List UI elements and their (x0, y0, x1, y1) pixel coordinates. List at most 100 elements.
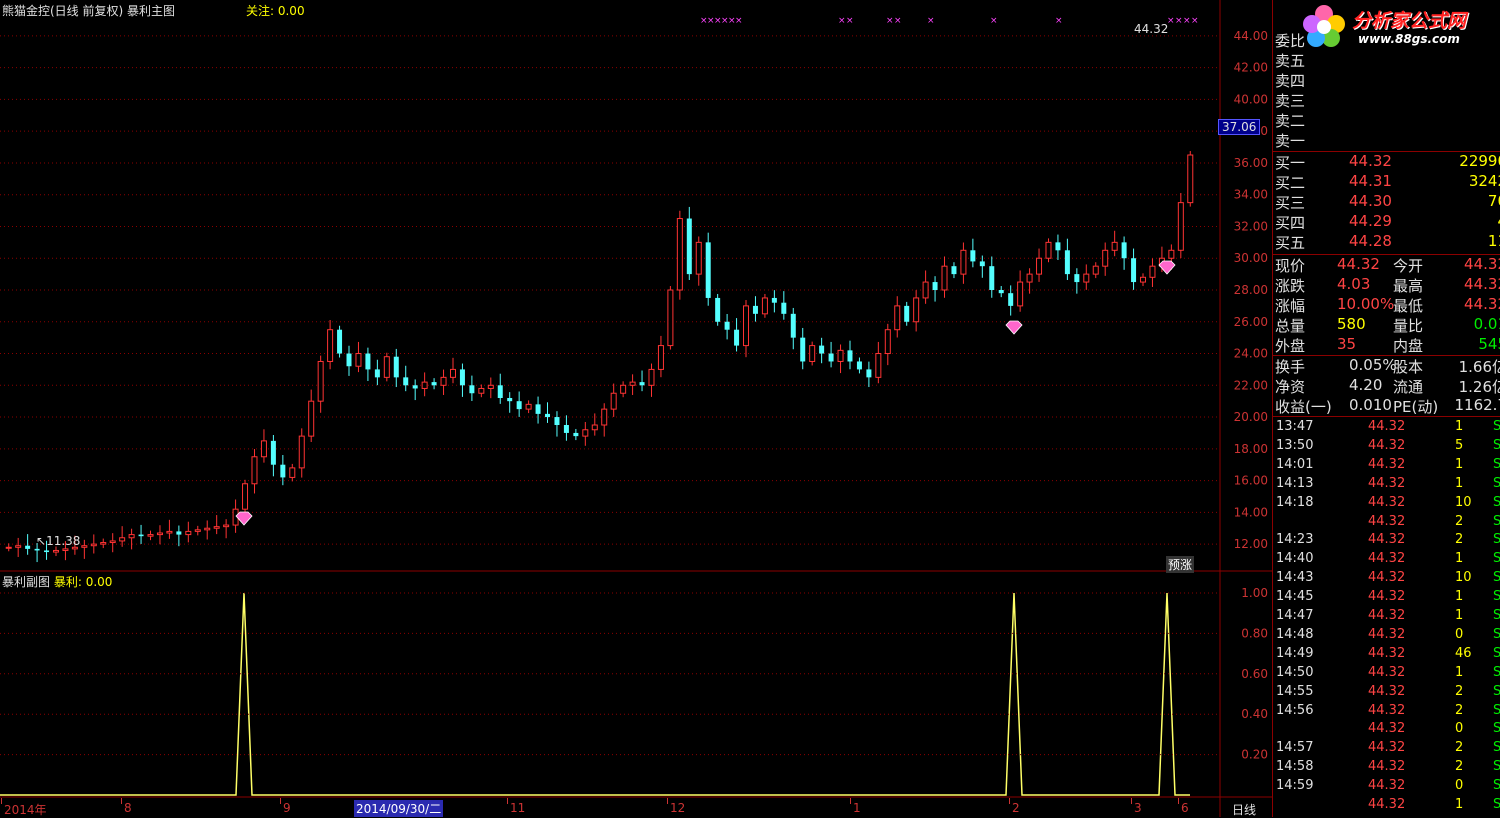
candle[interactable] (318, 356, 323, 413)
candle[interactable] (942, 256, 947, 297)
candle[interactable] (1027, 268, 1032, 293)
candle[interactable] (526, 400, 531, 413)
candle[interactable] (176, 526, 181, 547)
candle[interactable] (167, 520, 172, 539)
candle[interactable] (744, 300, 749, 357)
candle[interactable] (205, 520, 210, 539)
candle[interactable] (658, 336, 663, 377)
candle[interactable] (224, 519, 229, 538)
candle[interactable] (1178, 193, 1183, 258)
candle[interactable] (640, 371, 645, 392)
candle[interactable] (630, 374, 635, 395)
candle[interactable] (564, 415, 569, 440)
candle[interactable] (933, 276, 938, 301)
kline-chart[interactable]: ××××××××××××××××× 44.0042.0040.0038.0036… (0, 0, 1272, 817)
candle[interactable] (1141, 273, 1146, 286)
candle[interactable] (810, 342, 815, 366)
candle[interactable] (441, 370, 446, 395)
candle[interactable] (498, 374, 503, 404)
candle[interactable] (989, 256, 994, 297)
period-tab[interactable]: 日线 (1232, 801, 1256, 818)
candle[interactable] (356, 342, 361, 372)
candle[interactable] (479, 385, 484, 398)
candle[interactable] (847, 341, 852, 370)
candle[interactable] (951, 262, 956, 278)
candle[interactable] (857, 358, 862, 374)
candle[interactable] (1188, 151, 1193, 207)
candle[interactable] (536, 397, 541, 424)
candle[interactable] (413, 379, 418, 400)
candle[interactable] (186, 522, 191, 543)
candle[interactable] (328, 320, 333, 369)
candle[interactable] (129, 529, 134, 550)
candle[interactable] (91, 534, 96, 553)
candle[interactable] (1037, 249, 1042, 282)
candle[interactable] (375, 360, 380, 385)
candle[interactable] (819, 338, 824, 363)
candle[interactable] (1150, 258, 1155, 287)
candle[interactable] (394, 349, 399, 387)
candle[interactable] (517, 391, 522, 416)
candle[interactable] (148, 531, 153, 541)
candle[interactable] (866, 362, 871, 387)
candle[interactable] (139, 525, 144, 544)
candle[interactable] (271, 435, 276, 476)
candle[interactable] (1046, 238, 1051, 262)
candle[interactable] (687, 207, 692, 280)
candle[interactable] (403, 366, 408, 391)
candle[interactable] (791, 308, 796, 349)
candle[interactable] (1103, 243, 1108, 276)
candle[interactable] (706, 233, 711, 306)
candle[interactable] (621, 381, 626, 397)
candle[interactable] (488, 378, 493, 399)
candle[interactable] (157, 525, 162, 544)
candle[interactable] (299, 428, 304, 477)
candle[interactable] (1084, 264, 1089, 289)
candle[interactable] (772, 290, 777, 312)
candle[interactable] (1122, 236, 1127, 269)
candle[interactable] (1055, 235, 1060, 260)
candle[interactable] (1112, 231, 1117, 256)
candle[interactable] (82, 540, 87, 559)
candle[interactable] (1131, 249, 1136, 290)
candle[interactable] (1074, 268, 1079, 293)
candle[interactable] (923, 270, 928, 303)
candle[interactable] (243, 480, 248, 513)
candle[interactable] (110, 533, 115, 552)
candle[interactable] (895, 296, 900, 337)
candle[interactable] (384, 353, 389, 382)
candle[interactable] (6, 543, 11, 551)
candle[interactable] (914, 290, 919, 331)
candle[interactable] (961, 243, 966, 284)
candle[interactable] (1093, 262, 1098, 278)
candle[interactable] (800, 328, 805, 369)
candle[interactable] (753, 296, 758, 321)
candle[interactable] (999, 286, 1004, 297)
candle[interactable] (309, 390, 314, 442)
candle[interactable] (469, 376, 474, 401)
candle[interactable] (365, 348, 370, 381)
candle[interactable] (677, 211, 682, 300)
candle[interactable] (838, 344, 843, 373)
candle[interactable] (101, 539, 106, 549)
candle[interactable] (252, 449, 257, 493)
candle[interactable] (876, 342, 881, 383)
candle[interactable] (290, 464, 295, 481)
candle[interactable] (829, 342, 834, 367)
candle[interactable] (337, 326, 342, 358)
candle[interactable] (507, 392, 512, 413)
candle[interactable] (602, 403, 607, 436)
candle[interactable] (583, 422, 588, 446)
candle[interactable] (611, 384, 616, 417)
candle[interactable] (668, 286, 673, 350)
candle[interactable] (762, 294, 767, 318)
candle[interactable] (195, 526, 200, 536)
candle[interactable] (261, 429, 266, 462)
candle[interactable] (554, 411, 559, 436)
candle[interactable] (781, 291, 786, 320)
candle-series[interactable] (6, 151, 1193, 562)
candle[interactable] (715, 294, 720, 326)
candle[interactable] (1065, 239, 1070, 280)
candle[interactable] (885, 324, 890, 365)
candle[interactable] (573, 429, 578, 440)
